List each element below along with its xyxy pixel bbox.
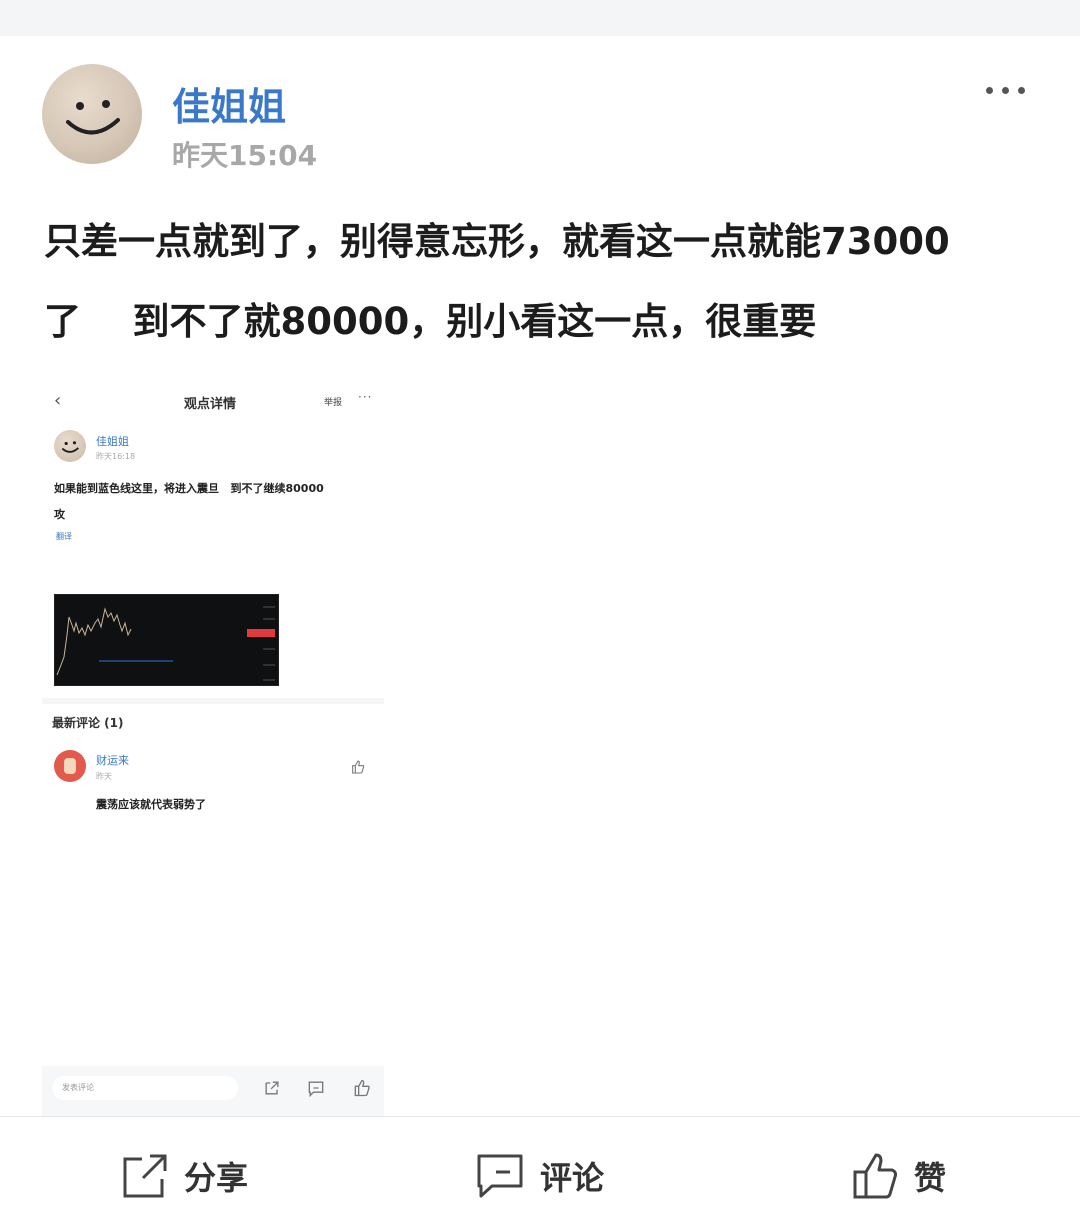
bottom-action-bar: 分享 评论 赞 (0, 1116, 1080, 1231)
like-button[interactable]: 赞 (852, 1149, 946, 1203)
embedded-divider (42, 698, 384, 704)
comment-button[interactable]: 评论 (476, 1149, 604, 1203)
embedded-text: 如果能到蓝色线这里，将进入震旦 到不了继续80000 攻 (54, 482, 324, 521)
thumbs-up-icon (354, 1079, 370, 1097)
comment-icon (477, 1154, 523, 1198)
embedded-comments-title: 最新评论 (1) (52, 716, 124, 730)
top-band (0, 0, 1080, 36)
price-chart-drawing (56, 606, 275, 681)
embedded-avatar (54, 430, 86, 462)
like-label: 赞 (914, 1159, 947, 1197)
post-time: 昨天15:04 (172, 139, 318, 172)
embedded-screenshot[interactable]: ‹ 观点详情 举报 ··· 佳姐姐 昨天16:18 如果能到蓝色线这里，将进入震… (42, 376, 384, 1118)
post-card: 佳姐姐 昨天15:04 只差一点就到了，别得意忘形，就看这一点就能73000 了… (0, 36, 1080, 1118)
share-button[interactable]: 分享 (122, 1149, 248, 1203)
commenter-name: 财运来 (96, 754, 129, 767)
embedded-author: 佳姐姐 (96, 435, 129, 448)
embedded-title: 观点详情 (184, 397, 237, 412)
smiley-face-icon (61, 441, 79, 453)
share-icon (123, 1154, 167, 1198)
thumbs-up-icon (352, 760, 365, 774)
price-line (56, 607, 132, 676)
dot (1018, 86, 1025, 94)
embedded-more-icon: ··· (358, 390, 373, 404)
dot (986, 86, 993, 94)
back-icon: ‹ (54, 390, 62, 411)
price-tag (247, 629, 275, 637)
author-name[interactable]: 佳姐姐 (172, 76, 286, 131)
thumbs-up-icon (853, 1153, 898, 1199)
comment-text: 震荡应该就代表弱势了 (96, 798, 206, 811)
embedded-report: 举报 (324, 398, 343, 408)
dot (1002, 86, 1009, 94)
comment-label: 评论 (540, 1159, 605, 1197)
embedded-bottom-bar: 发表评论 (42, 1066, 384, 1118)
share-icon (265, 1081, 279, 1095)
share-label: 分享 (184, 1159, 249, 1197)
post-content: 只差一点就到了，别得意忘形，就看这一点就能73000 了 到不了就80000，别… (44, 220, 950, 343)
author-avatar[interactable] (42, 64, 142, 164)
comment-icon (308, 1081, 324, 1098)
comment-time: 昨天 (96, 772, 112, 781)
more-icon[interactable] (986, 80, 1036, 100)
embedded-time: 昨天16:18 (96, 452, 136, 461)
embedded-comment-input: 发表评论 (52, 1076, 238, 1100)
smiley-face-icon (66, 100, 120, 135)
embedded-translate: 翻译 (56, 532, 72, 541)
embedded-price-chart (54, 594, 279, 686)
commenter-avatar (54, 750, 86, 782)
